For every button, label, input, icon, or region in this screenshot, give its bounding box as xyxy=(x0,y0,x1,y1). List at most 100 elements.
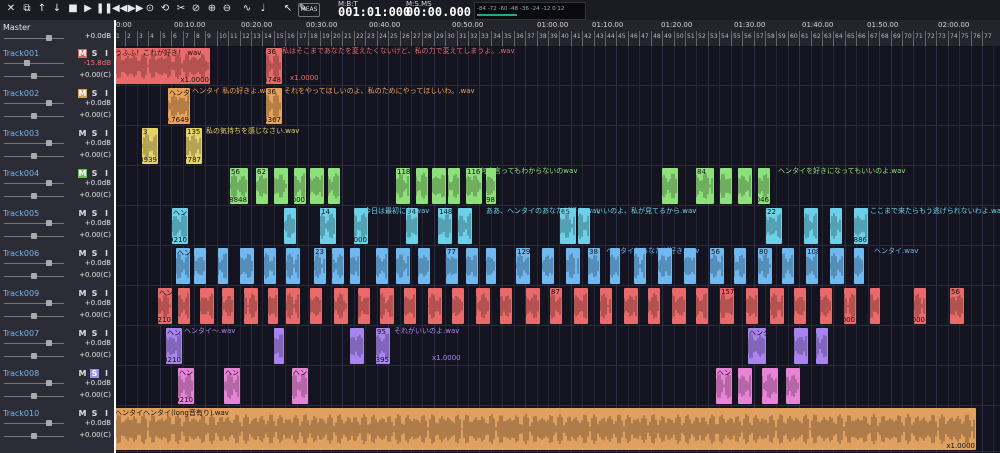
zoom-in-icon[interactable]: ⊕ xyxy=(205,2,219,16)
audio-clip[interactable] xyxy=(332,248,344,284)
audio-clip[interactable]: 56 xyxy=(950,288,964,324)
pan-value[interactable]: +0.00(C) xyxy=(79,431,111,439)
audio-clip[interactable] xyxy=(830,248,844,284)
audio-clip[interactable]: 157 xyxy=(720,288,734,324)
audio-clip[interactable]: 23 xyxy=(314,248,326,284)
mute-button[interactable]: M xyxy=(78,369,87,378)
fader-knob[interactable] xyxy=(46,180,52,186)
audio-clip[interactable] xyxy=(240,248,254,284)
audio-clip[interactable] xyxy=(762,368,778,404)
audio-clip[interactable] xyxy=(222,288,234,324)
audio-clip[interactable] xyxy=(284,208,296,244)
audio-clip[interactable]: うふふ！これが好き！.wav x1.0000 xyxy=(114,48,210,84)
mute-button[interactable]: M xyxy=(78,49,87,58)
audio-clip[interactable]: ヘンタイ～.wav xyxy=(716,368,732,404)
audio-clip[interactable] xyxy=(264,248,276,284)
volume-value[interactable]: +0.0dB xyxy=(85,419,111,427)
track-name[interactable]: Track005 xyxy=(3,209,39,218)
audio-clip[interactable]: x1.0000 xyxy=(844,288,856,324)
audio-clip[interactable] xyxy=(432,168,446,204)
audio-clip[interactable] xyxy=(466,248,478,284)
audio-clip[interactable]: ヘンタイ～.wav xyxy=(224,368,240,404)
audio-clip[interactable] xyxy=(286,248,300,284)
audio-clip[interactable]: ヘンタイ、ヘンタイ.wav x0.9210 xyxy=(158,288,172,324)
audio-clip[interactable] xyxy=(334,288,348,324)
solo-button[interactable]: S xyxy=(90,289,99,298)
audio-clip[interactable] xyxy=(526,288,540,324)
mute-button[interactable]: M xyxy=(78,129,87,138)
audio-clip[interactable] xyxy=(376,248,388,284)
audio-clip[interactable] xyxy=(218,248,228,284)
volume-value[interactable]: +0.0dB xyxy=(85,32,111,40)
move-down-icon[interactable]: ↓ xyxy=(50,2,64,16)
msms-display[interactable]: 00:00.000 xyxy=(406,5,471,19)
track-header-track007[interactable]: Track007 M S I +0.0dB +0.00(C) xyxy=(0,326,114,367)
volume-fader[interactable] xyxy=(4,343,64,344)
play-icon[interactable]: ▶ xyxy=(81,2,95,16)
audio-clip[interactable]: 62 xyxy=(256,168,268,204)
volume-value[interactable]: +0.0dB xyxy=(85,139,111,147)
pan-value[interactable]: +0.00(C) xyxy=(79,231,111,239)
mute-button[interactable]: M xyxy=(78,409,87,418)
track-header-track009[interactable]: Track009 M S I +0.0dB +0.00(C) xyxy=(0,286,114,327)
copy-icon[interactable]: ⧉ xyxy=(20,2,34,16)
audio-clip[interactable] xyxy=(328,168,340,204)
pan-knob[interactable] xyxy=(31,433,37,439)
mute-button[interactable]: M xyxy=(78,289,87,298)
track-name[interactable]: Track006 xyxy=(3,249,39,258)
fader-knob[interactable] xyxy=(46,380,52,386)
fader-knob[interactable] xyxy=(46,420,52,426)
pan-knob[interactable] xyxy=(31,193,37,199)
audio-clip[interactable]: 38 xyxy=(588,248,600,284)
solo-button[interactable]: S xyxy=(90,169,99,178)
audio-clip[interactable] xyxy=(770,288,784,324)
pan-value[interactable]: +0.00(C) xyxy=(79,151,111,159)
pan-value[interactable]: +0.00(C) xyxy=(79,191,111,199)
track-name[interactable]: Track001 xyxy=(3,49,39,58)
fader-knob[interactable] xyxy=(46,35,52,41)
pan-value[interactable]: +0.00(C) xyxy=(79,71,111,79)
input-button[interactable]: I xyxy=(102,169,111,178)
audio-clip[interactable] xyxy=(820,288,832,324)
loop-icon[interactable]: ⟲ xyxy=(158,2,172,16)
audio-clip[interactable] xyxy=(274,328,284,364)
volume-fader[interactable] xyxy=(4,103,64,104)
input-button[interactable]: I xyxy=(102,289,111,298)
audio-clip[interactable]: 56 x0.8848 xyxy=(230,168,248,204)
pan-knob[interactable] xyxy=(31,353,37,359)
volume-value[interactable]: +0.0dB xyxy=(85,379,111,387)
audio-clip[interactable] xyxy=(350,328,364,364)
audio-clip[interactable] xyxy=(178,288,190,324)
audio-clip[interactable] xyxy=(786,368,800,404)
input-button[interactable]: I xyxy=(102,49,111,58)
audio-clip[interactable]: 22 xyxy=(766,208,782,244)
audio-clip[interactable]: x0.7046 xyxy=(758,168,770,204)
pause-icon[interactable]: ❚❚ xyxy=(96,2,113,16)
audio-clip[interactable]: 148 xyxy=(438,208,452,244)
audio-clip[interactable] xyxy=(624,288,638,324)
audio-clip[interactable] xyxy=(404,288,416,324)
audio-clip[interactable] xyxy=(448,168,460,204)
pan-knob[interactable] xyxy=(31,393,37,399)
track-header-track008[interactable]: Track008 M S I +0.0dB +0.00(C) xyxy=(0,366,114,407)
fast-forward-icon[interactable]: ▶▶ xyxy=(128,2,143,16)
audio-clip[interactable] xyxy=(782,248,794,284)
audio-clip[interactable]: 36 x0.6748 xyxy=(266,48,282,84)
audio-clip[interactable]: ヘンタイ～.wav xyxy=(748,328,766,364)
fader-knob[interactable] xyxy=(46,340,52,346)
audio-clip[interactable]: 77 xyxy=(446,248,458,284)
volume-value[interactable]: +0.0dB xyxy=(85,99,111,107)
audio-clip[interactable] xyxy=(696,288,708,324)
record-icon[interactable]: ⊙ xyxy=(143,2,157,16)
audio-clip[interactable] xyxy=(500,288,512,324)
track-header-track006[interactable]: Track006 M S I +0.0dB +0.00(C) xyxy=(0,246,114,287)
volume-fader[interactable] xyxy=(4,423,64,424)
audio-clip[interactable]: ヘンタイヘンタイ(long音有り).wav x1.0000 xyxy=(114,408,976,450)
track-header-track005[interactable]: Track005 M S I +0.0dB +0.00(C) xyxy=(0,206,114,247)
volume-value[interactable]: +0.0dB xyxy=(85,219,111,227)
audio-clip[interactable] xyxy=(358,288,370,324)
input-button[interactable]: I xyxy=(102,129,111,138)
solo-button[interactable]: S xyxy=(90,249,99,258)
audio-clip[interactable] xyxy=(418,248,430,284)
audio-clip[interactable] xyxy=(416,168,428,204)
